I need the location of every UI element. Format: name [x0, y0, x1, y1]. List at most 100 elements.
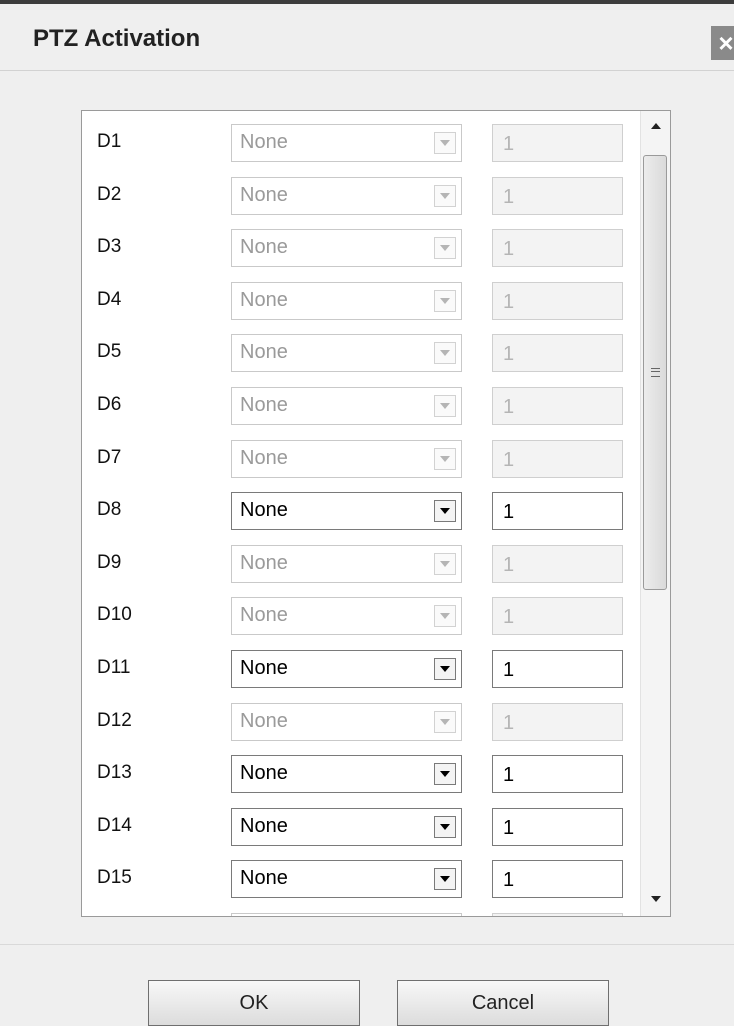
list-item: D7 None 1	[82, 437, 642, 489]
dialog-titlebar: PTZ Activation ×	[0, 4, 734, 71]
ptz-type-value: None	[240, 762, 288, 785]
list-item: D2 None 1	[82, 174, 642, 226]
chevron-down-icon[interactable]	[434, 184, 456, 207]
dialog-footer: OK Cancel	[0, 944, 734, 1026]
channel-label: D5	[97, 341, 122, 363]
list-item: D14 None 1	[82, 805, 642, 857]
list-item: D5 None 1	[82, 331, 642, 383]
ptz-type-select[interactable]: None	[231, 597, 462, 636]
ptz-number-input[interactable]: 1	[492, 176, 623, 215]
ptz-type-value: None	[240, 394, 288, 416]
list-item: D11 None 1	[82, 647, 642, 699]
list-item: D4 None 1	[82, 279, 642, 331]
ptz-number-input[interactable]: 1	[492, 913, 623, 916]
chevron-down-icon[interactable]	[434, 132, 456, 154]
ptz-number-input[interactable]: 1	[492, 334, 623, 373]
chevron-down-icon[interactable]	[434, 763, 456, 786]
ptz-number-input[interactable]: 1	[492, 860, 623, 899]
scroll-thumb[interactable]	[643, 155, 667, 590]
list-item: D10 None 1	[82, 594, 642, 646]
ptz-type-select[interactable]: None	[231, 124, 462, 162]
list-item: D1 None 1	[82, 121, 642, 173]
channel-label: D13	[97, 762, 132, 784]
channel-label: D2	[97, 183, 122, 205]
chevron-down-icon[interactable]	[434, 289, 456, 312]
ptz-number-input[interactable]: 1	[492, 281, 623, 320]
ptz-type-select[interactable]: None	[231, 807, 462, 846]
ptz-number-input[interactable]: 1	[492, 387, 623, 425]
ptz-number-input[interactable]: 1	[492, 229, 623, 268]
channel-label: D9	[97, 551, 122, 573]
ptz-number-input[interactable]: 1	[492, 755, 623, 794]
ptz-type-value: None	[240, 499, 288, 522]
ptz-type-value: None	[240, 288, 288, 311]
channel-label: D8	[97, 499, 122, 521]
ptz-type-value: None	[240, 236, 288, 259]
ptz-type-select[interactable]: None	[231, 176, 462, 215]
list-item: D16None1	[82, 910, 642, 916]
list-item: D13 None 1	[82, 752, 642, 804]
ptz-type-select[interactable]: None	[231, 439, 462, 478]
chevron-down-icon[interactable]	[434, 447, 456, 470]
ptz-type-value: None	[240, 446, 288, 469]
ptz-type-select[interactable]: None	[231, 860, 462, 899]
chevron-down-icon[interactable]	[434, 710, 456, 733]
channel-label: D7	[97, 446, 122, 468]
channel-label: D12	[97, 709, 132, 731]
ptz-type-select[interactable]: None	[231, 492, 462, 531]
channel-label: D1	[97, 131, 122, 152]
ptz-number-input[interactable]: 1	[492, 544, 623, 583]
ptz-number-input[interactable]: 1	[492, 807, 623, 846]
cancel-button[interactable]: Cancel	[397, 980, 609, 1026]
scroll-down-arrow-icon[interactable]	[641, 882, 670, 916]
ptz-number-input[interactable]: 1	[492, 702, 623, 741]
ptz-activation-list: D1 None 1 D2 None 1 D3 None 1 D4 None 1 D5 None 1 D6 Non…	[81, 110, 671, 917]
channel-label: D11	[97, 657, 131, 678]
channel-label: D6	[97, 394, 122, 415]
list-item: D3 None 1	[82, 226, 642, 278]
close-icon[interactable]: ×	[711, 26, 734, 60]
ptz-type-value: None	[240, 657, 288, 679]
ptz-type-value: None	[240, 131, 288, 153]
ptz-number-input[interactable]: 1	[492, 597, 623, 636]
chevron-down-icon[interactable]	[434, 395, 456, 417]
list-item: D8 None 1	[82, 489, 642, 541]
ptz-type-select[interactable]: None	[231, 334, 462, 373]
list-item: D9 None 1	[82, 542, 642, 594]
ptz-type-select[interactable]: None	[231, 702, 462, 741]
list-item: D6 None 1	[82, 384, 642, 436]
ok-button[interactable]: OK	[148, 980, 360, 1026]
scroll-up-arrow-icon[interactable]	[641, 111, 670, 145]
chevron-down-icon[interactable]	[434, 868, 456, 891]
ptz-type-value: None	[240, 183, 288, 206]
chevron-down-icon[interactable]	[434, 605, 456, 628]
chevron-down-icon[interactable]	[434, 552, 456, 575]
dialog-title: PTZ Activation	[33, 25, 201, 52]
vertical-scrollbar[interactable]	[640, 111, 670, 916]
ptz-type-value: None	[240, 341, 288, 364]
ptz-type-select[interactable]: None	[231, 913, 462, 916]
chevron-down-icon[interactable]	[434, 342, 456, 365]
ptz-type-select[interactable]: None	[231, 544, 462, 583]
ptz-type-value: None	[240, 604, 288, 627]
ptz-type-value: None	[240, 867, 288, 890]
ptz-type-select[interactable]: None	[231, 650, 462, 688]
ptz-type-select[interactable]: None	[231, 229, 462, 268]
ptz-type-value: None	[240, 814, 288, 837]
channel-label: D4	[97, 288, 122, 310]
ptz-type-select[interactable]: None	[231, 387, 462, 425]
list-item: D12 None 1	[82, 700, 642, 752]
channel-label: D15	[97, 867, 132, 889]
ptz-type-value: None	[240, 709, 288, 732]
chevron-down-icon[interactable]	[434, 815, 456, 838]
ptz-number-input[interactable]: 1	[492, 439, 623, 478]
ptz-number-input[interactable]: 1	[492, 650, 623, 688]
chevron-down-icon[interactable]	[434, 237, 456, 260]
ptz-number-input[interactable]: 1	[492, 492, 623, 531]
chevron-down-icon[interactable]	[434, 500, 456, 523]
ptz-type-select[interactable]: None	[231, 281, 462, 320]
ptz-type-select[interactable]: None	[231, 755, 462, 794]
chevron-down-icon[interactable]	[434, 658, 456, 680]
list-item: D15 None 1	[82, 857, 642, 909]
ptz-number-input[interactable]: 1	[492, 124, 623, 162]
